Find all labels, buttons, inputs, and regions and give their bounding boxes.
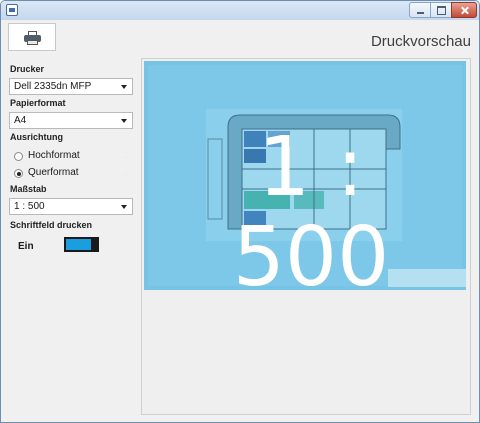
paper-format-value: A4 xyxy=(14,115,27,126)
app-icon xyxy=(6,4,18,16)
scale-select[interactable]: 1 : 500 xyxy=(9,198,133,215)
minimize-button[interactable] xyxy=(409,2,431,18)
page-title: Druckvorschau xyxy=(370,33,471,50)
maximize-button[interactable] xyxy=(430,2,452,18)
paper-format-select[interactable]: A4 xyxy=(9,112,133,129)
close-button[interactable] xyxy=(451,2,477,18)
printer-icon xyxy=(24,31,41,45)
title-block-toggle[interactable] xyxy=(64,237,99,252)
printer-select-value: Dell 2335dn MFP xyxy=(14,81,92,92)
orientation-label: Ausrichtung xyxy=(10,132,63,142)
scale-label: Maßstab xyxy=(10,184,47,194)
printer-label: Drucker xyxy=(10,64,45,74)
decorative-mark: . xyxy=(125,154,127,160)
app-window: Druckvorschau Drucker Dell 2335dn MFP Pa… xyxy=(0,0,480,423)
decorative-mark: . xyxy=(125,171,127,177)
chevron-down-icon xyxy=(121,85,127,89)
chevron-down-icon xyxy=(121,205,127,209)
preview-sheet: 1 : 500 xyxy=(144,61,466,303)
title-bar xyxy=(1,1,479,20)
radio-landscape-label: Querformat xyxy=(28,167,79,178)
print-button[interactable] xyxy=(8,23,56,51)
radio-button-selected[interactable] xyxy=(14,169,23,178)
title-block-label: Schriftfeld drucken xyxy=(10,220,93,230)
paper-format-label: Papierformat xyxy=(10,98,66,108)
scale-select-value: 1 : 500 xyxy=(14,201,45,212)
chevron-down-icon xyxy=(121,119,127,123)
toggle-fill xyxy=(66,239,91,250)
printer-select[interactable]: Dell 2335dn MFP xyxy=(9,78,133,95)
toggle-state-label: Ein xyxy=(18,241,34,252)
preview-sheet-inner: 1 : 500 xyxy=(148,65,466,303)
radio-button[interactable] xyxy=(14,152,23,161)
radio-portrait-label: Hochformat xyxy=(28,150,80,161)
title-block-preview xyxy=(388,269,466,287)
